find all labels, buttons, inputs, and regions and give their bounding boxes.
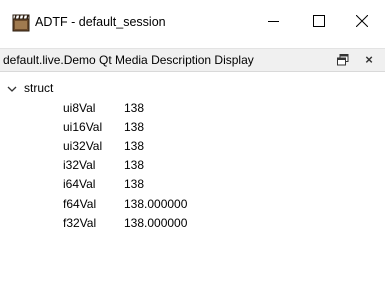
field-value: 138: [124, 158, 145, 172]
field-name: ui32Val: [63, 139, 103, 153]
dock-title: default.live.Demo Qt Media Description D…: [3, 53, 254, 67]
tree-row[interactable]: ui8Val 138: [0, 99, 385, 117]
tree-row[interactable]: f64Val 138.000000: [0, 195, 385, 213]
float-dock-icon[interactable]: [336, 53, 350, 67]
application-window: ADTF - default_session default.live.Demo…: [0, 0, 385, 293]
tree-row[interactable]: i64Val 138: [0, 175, 385, 193]
minimize-button[interactable]: [250, 0, 296, 45]
field-name: ui16Val: [63, 120, 103, 134]
maximize-button[interactable]: [296, 0, 342, 45]
adtf-app-icon[interactable]: [12, 14, 30, 32]
struct-tree-view[interactable]: struct ui8Val 138 ui16Val 138 ui32Val 13…: [0, 75, 385, 293]
close-icon: [355, 14, 369, 30]
field-value: 138: [124, 139, 145, 153]
tree-root-label: struct: [24, 81, 54, 95]
dock-widget-header: default.live.Demo Qt Media Description D…: [0, 48, 385, 72]
field-value: 138.000000: [124, 216, 188, 230]
tree-row[interactable]: ui16Val 138: [0, 118, 385, 136]
chevron-down-icon[interactable]: [6, 82, 18, 94]
minimize-icon: [267, 16, 279, 30]
tree-row[interactable]: i32Val 138: [0, 156, 385, 174]
dock-close-button[interactable]: ×: [361, 52, 377, 68]
field-name: f32Val: [63, 216, 97, 230]
field-name: i32Val: [63, 158, 96, 172]
tree-root-struct[interactable]: struct: [6, 79, 53, 97]
tree-row[interactable]: ui32Val 138: [0, 137, 385, 155]
field-value: 138: [124, 177, 145, 191]
field-value: 138: [124, 101, 145, 115]
field-value: 138.000000: [124, 197, 188, 211]
close-button[interactable]: [339, 0, 385, 45]
window-title: ADTF - default_session: [35, 15, 166, 29]
field-name: i64Val: [63, 177, 96, 191]
field-name: ui8Val: [63, 101, 96, 115]
maximize-icon: [313, 15, 325, 30]
title-bar[interactable]: ADTF - default_session: [0, 0, 385, 45]
field-value: 138: [124, 120, 145, 134]
field-name: f64Val: [63, 197, 97, 211]
tree-row[interactable]: f32Val 138.000000: [0, 214, 385, 232]
